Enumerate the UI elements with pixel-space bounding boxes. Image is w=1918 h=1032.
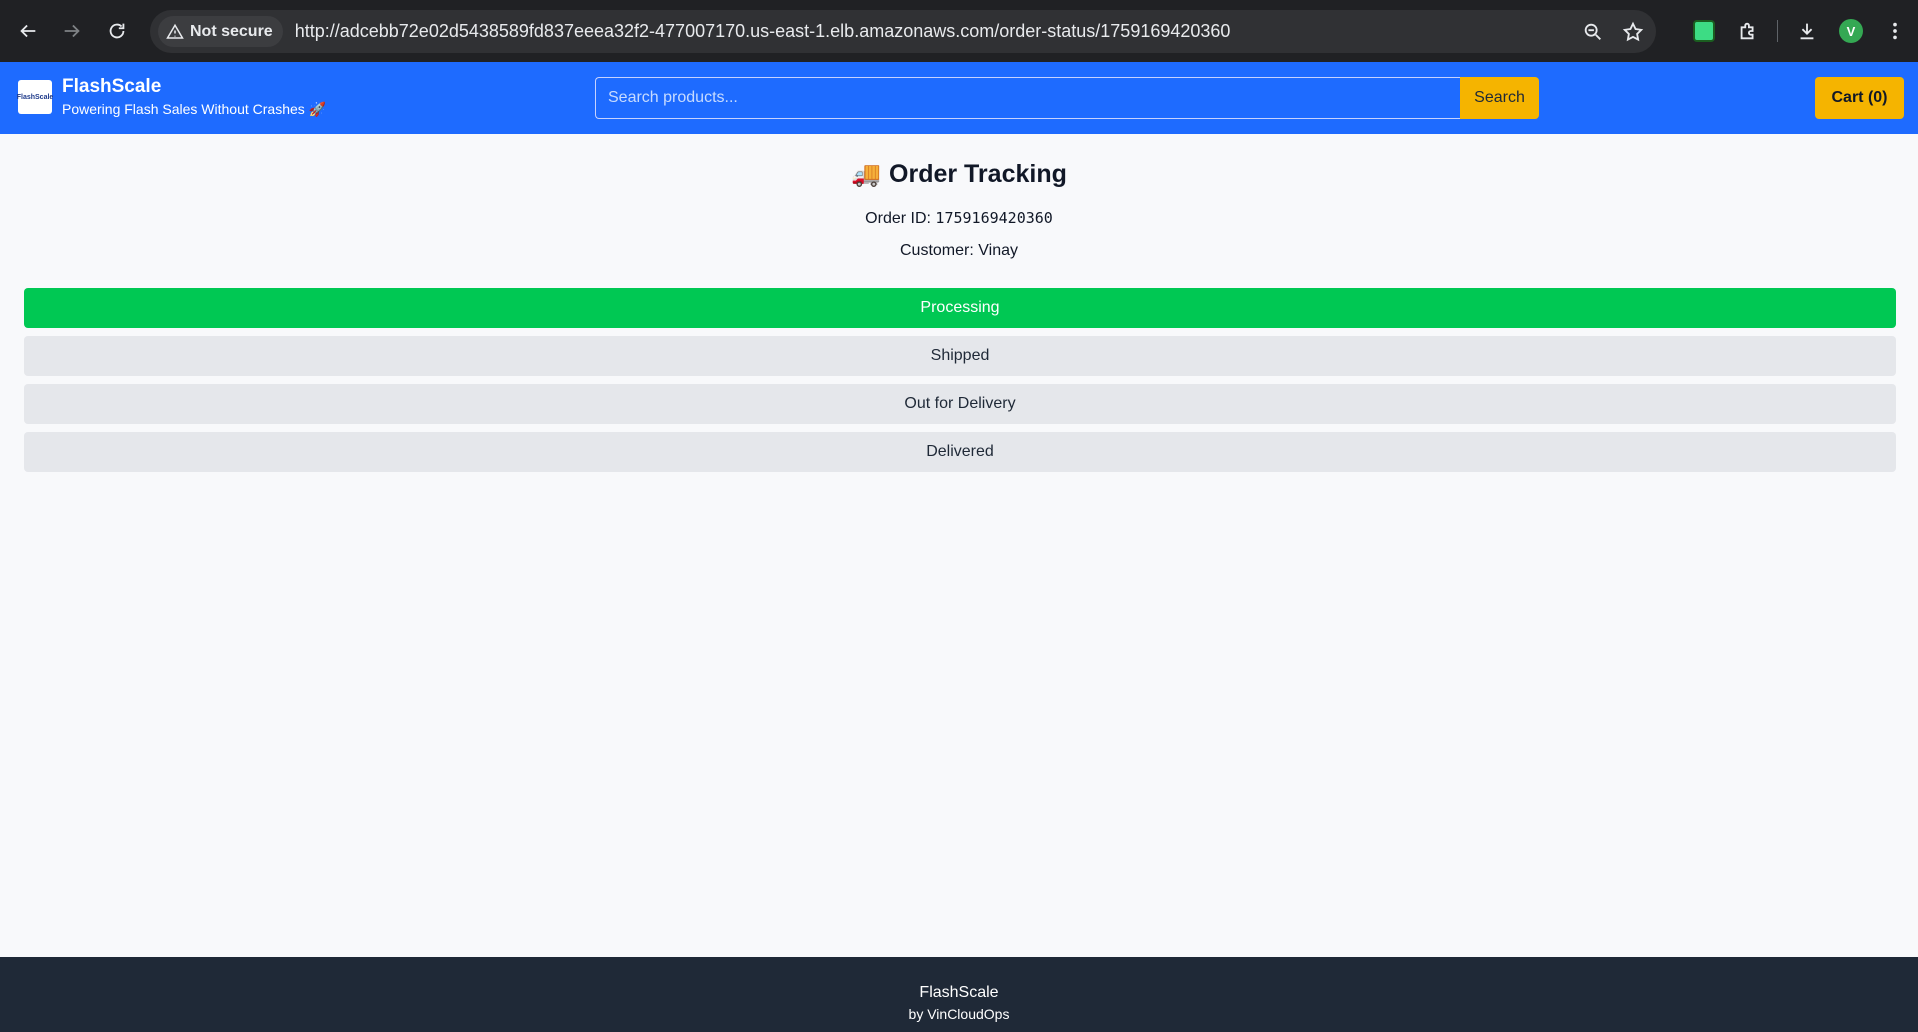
order-id-line: Order ID: 1759169420360 bbox=[0, 209, 1918, 228]
customer-line: Customer: Vinay bbox=[0, 242, 1918, 260]
brand-tagline: Powering Flash Sales Without Crashes 🚀 bbox=[62, 101, 327, 117]
cart-button[interactable]: Cart (0) bbox=[1815, 77, 1904, 119]
customer-label: Customer: bbox=[900, 242, 974, 259]
reload-icon[interactable] bbox=[97, 11, 137, 51]
status-step-out-for-delivery: Out for Delivery bbox=[24, 384, 1896, 424]
search-input[interactable] bbox=[595, 77, 1460, 119]
search-button[interactable]: Search bbox=[1460, 77, 1539, 119]
site-footer: FlashScale by VinCloudOps bbox=[0, 957, 1918, 1032]
url-text[interactable]: http://adcebb72e02d5438589fd837eeea32f2-… bbox=[295, 21, 1231, 42]
extensions-puzzle-icon[interactable] bbox=[1733, 16, 1763, 46]
brand[interactable]: FlashScale FlashScale Powering Flash Sal… bbox=[17, 76, 327, 120]
browser-toolbar: Not secure http://adcebb72e02d5438589fd8… bbox=[0, 0, 1918, 62]
address-bar[interactable]: Not secure http://adcebb72e02d5438589fd8… bbox=[150, 10, 1656, 53]
page-title-text: Order Tracking bbox=[889, 160, 1067, 188]
customer-name: Vinay bbox=[978, 242, 1018, 259]
profile-avatar[interactable]: V bbox=[1836, 16, 1866, 46]
security-chip[interactable]: Not secure bbox=[158, 16, 283, 47]
status-step-delivered: Delivered bbox=[24, 432, 1896, 472]
footer-subtitle: by VinCloudOps bbox=[908, 1006, 1010, 1022]
status-step-processing: Processing bbox=[24, 288, 1896, 328]
warning-icon bbox=[166, 23, 184, 39]
site-header: FlashScale FlashScale Powering Flash Sal… bbox=[0, 62, 1918, 134]
brand-logo: FlashScale bbox=[17, 80, 53, 114]
avatar: V bbox=[1839, 19, 1863, 43]
search-bar: Search bbox=[595, 77, 1539, 119]
status-step-shipped: Shipped bbox=[24, 336, 1896, 376]
more-menu-icon[interactable] bbox=[1880, 16, 1910, 46]
forward-icon[interactable] bbox=[52, 11, 92, 51]
bookmark-star-icon[interactable] bbox=[1620, 19, 1646, 45]
order-id-value: 1759169420360 bbox=[935, 209, 1053, 227]
order-id-label: Order ID: bbox=[865, 210, 931, 227]
toolbar-divider bbox=[1777, 20, 1778, 42]
footer-title: FlashScale bbox=[919, 984, 999, 1001]
security-label: Not secure bbox=[190, 22, 273, 40]
truck-icon: 🚚 bbox=[851, 161, 882, 188]
zoom-icon[interactable] bbox=[1580, 19, 1606, 45]
download-icon[interactable] bbox=[1792, 16, 1822, 46]
page-title: 🚚 Order Tracking bbox=[0, 160, 1918, 189]
brand-name: FlashScale bbox=[62, 76, 162, 97]
back-icon[interactable] bbox=[8, 11, 48, 51]
extension-green-icon[interactable] bbox=[1689, 16, 1719, 46]
